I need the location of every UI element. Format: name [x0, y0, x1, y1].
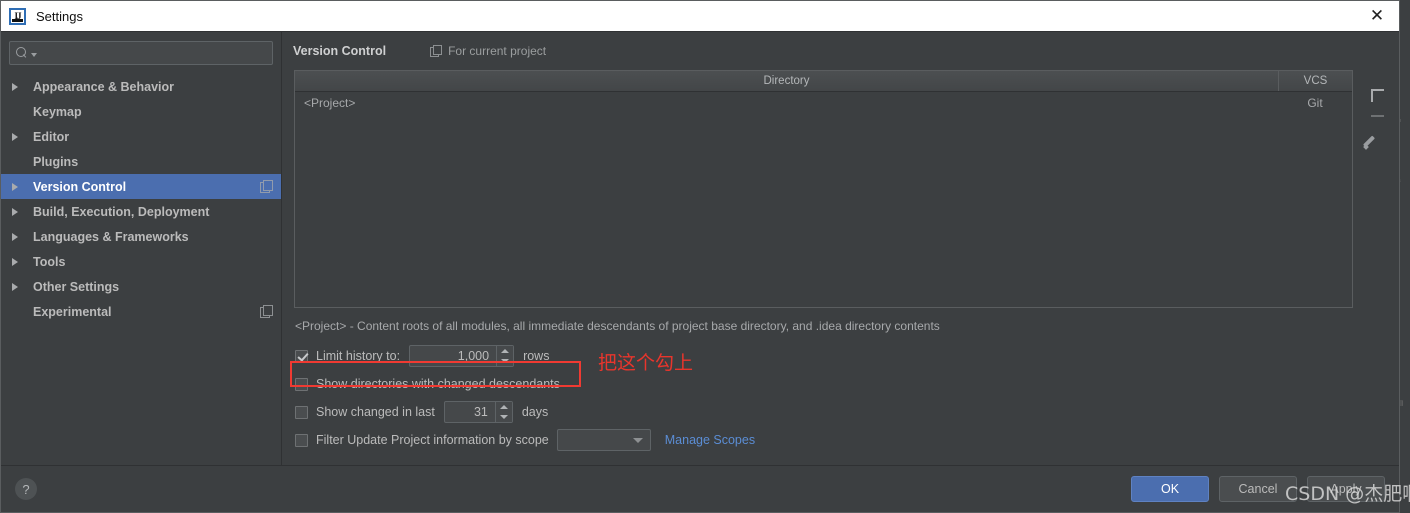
- chevron-right-icon: [12, 183, 26, 191]
- close-icon[interactable]: ✕: [1355, 1, 1399, 31]
- sidebar-item-keymap[interactable]: Keymap: [1, 99, 281, 124]
- limit-history-checkbox[interactable]: [295, 349, 308, 363]
- stepper-buttons: [496, 346, 514, 366]
- limit-history-stepper[interactable]: 1,000: [409, 345, 515, 367]
- chevron-right-icon: [12, 83, 26, 91]
- show-directories-checkbox[interactable]: [295, 377, 308, 391]
- project-hint-text: <Project> - Content roots of all modules…: [295, 319, 940, 333]
- sidebar-item-label: Keymap: [33, 104, 82, 119]
- edit-directory-button[interactable]: [1358, 128, 1384, 154]
- settings-dialog: IJ Settings ✕ Appearance & Behavior Keym…: [0, 0, 1400, 513]
- show-changed-stepper[interactable]: 31: [443, 401, 513, 423]
- chevron-right-icon: [12, 283, 26, 291]
- stepper-buttons: [494, 402, 512, 422]
- scope-select[interactable]: [556, 429, 651, 451]
- chevron-right-icon: [12, 258, 26, 266]
- pencil-icon: [1364, 134, 1379, 149]
- option-filter-by-scope: Filter Update Project information by sco…: [295, 426, 1399, 454]
- chevron-right-icon: [12, 133, 26, 141]
- sidebar-item-other-settings[interactable]: Other Settings: [1, 274, 281, 299]
- manage-scopes-link[interactable]: Manage Scopes: [665, 433, 755, 447]
- intellij-idea-icon: IJ: [9, 7, 26, 25]
- sidebar-item-label: Tools: [33, 254, 66, 269]
- project-scope-icon: [430, 45, 443, 57]
- search-wrap: [1, 32, 281, 71]
- dialog-body: Appearance & Behavior Keymap Editor Plug…: [1, 31, 1399, 465]
- sidebar-item-appearance-behavior[interactable]: Appearance & Behavior: [1, 74, 281, 99]
- sidebar-item-build-execution-deployment[interactable]: Build, Execution, Deployment: [1, 199, 281, 224]
- cell-directory: <Project>: [304, 96, 356, 110]
- option-limit-history: Limit history to: 1,000 rows: [295, 342, 1399, 370]
- limit-history-unit: rows: [523, 349, 550, 363]
- sidebar-nav-list: Appearance & Behavior Keymap Editor Plug…: [1, 71, 281, 465]
- window-title: Settings: [36, 8, 83, 24]
- table-toolbar: [1354, 70, 1388, 308]
- table-header-row: Directory VCS: [295, 71, 1352, 92]
- settings-sidebar: Appearance & Behavior Keymap Editor Plug…: [1, 32, 282, 465]
- project-scope-icon: [260, 180, 273, 193]
- scope-indicator: For current project: [430, 44, 546, 58]
- add-directory-button[interactable]: [1358, 76, 1384, 102]
- show-directories-label: Show directories with changed descendant…: [316, 377, 560, 391]
- show-changed-unit: days: [521, 405, 549, 419]
- column-header-vcs[interactable]: VCS: [1278, 71, 1352, 91]
- scope-label: For current project: [448, 44, 547, 58]
- ok-button[interactable]: OK: [1131, 476, 1209, 502]
- limit-history-label: Limit history to:: [316, 349, 401, 363]
- stepper-down-icon[interactable]: [496, 412, 512, 422]
- sidebar-item-label: Appearance & Behavior: [33, 79, 175, 94]
- remove-directory-button[interactable]: [1358, 102, 1384, 128]
- directory-table-area: Directory VCS <Project> Git: [294, 70, 1388, 308]
- version-control-panel: Version Control For current project Dire…: [282, 32, 1399, 465]
- sidebar-item-editor[interactable]: Editor: [1, 124, 281, 149]
- filter-scope-checkbox[interactable]: [295, 433, 308, 447]
- show-changed-value[interactable]: 31: [445, 402, 495, 422]
- stepper-down-icon[interactable]: [497, 356, 513, 366]
- stepper-up-icon[interactable]: [497, 346, 513, 356]
- search-input[interactable]: [37, 45, 266, 61]
- column-header-directory[interactable]: Directory: [295, 71, 1278, 91]
- sidebar-item-version-control[interactable]: Version Control: [1, 174, 281, 199]
- help-button[interactable]: ?: [15, 478, 37, 500]
- directory-table[interactable]: Directory VCS <Project> Git: [294, 70, 1353, 308]
- apply-button[interactable]: Apply: [1307, 476, 1385, 502]
- option-show-changed-in-last: Show changed in last 31 days: [295, 398, 1399, 426]
- panel-header: Version Control For current project: [282, 32, 1399, 70]
- sidebar-item-label: Languages & Frameworks: [33, 229, 189, 244]
- sidebar-item-label: Experimental: [33, 304, 112, 319]
- show-changed-checkbox[interactable]: [295, 405, 308, 419]
- chevron-right-icon: [12, 233, 26, 241]
- chevron-right-icon: [12, 208, 26, 216]
- search-box[interactable]: [9, 41, 273, 65]
- sidebar-item-plugins[interactable]: Plugins: [1, 149, 281, 174]
- sidebar-item-experimental[interactable]: Experimental: [1, 299, 281, 324]
- stepper-up-icon[interactable]: [496, 402, 512, 412]
- table-body: <Project> Git: [295, 92, 1352, 307]
- sidebar-item-label: Plugins: [33, 154, 79, 169]
- filter-scope-label: Filter Update Project information by sco…: [316, 433, 549, 447]
- table-row[interactable]: <Project> Git: [295, 92, 1352, 114]
- sidebar-item-label: Version Control: [33, 179, 127, 194]
- sidebar-item-label: Editor: [33, 129, 70, 144]
- cell-vcs: Git: [1307, 96, 1323, 110]
- dialog-footer: ? OK Cancel Apply: [1, 465, 1399, 512]
- title-bar: IJ Settings ✕: [1, 1, 1399, 31]
- sidebar-item-tools[interactable]: Tools: [1, 249, 281, 274]
- show-changed-label: Show changed in last: [316, 405, 435, 419]
- cancel-button[interactable]: Cancel: [1219, 476, 1297, 502]
- options-section: <Project> - Content roots of all modules…: [282, 308, 1399, 465]
- sidebar-item-languages-frameworks[interactable]: Languages & Frameworks: [1, 224, 281, 249]
- option-show-directories: Show directories with changed descendant…: [295, 370, 1399, 398]
- sidebar-item-label: Other Settings: [33, 279, 120, 294]
- sidebar-item-label: Build, Execution, Deployment: [33, 204, 210, 219]
- page-title: Version Control: [293, 44, 387, 58]
- limit-history-value[interactable]: 1,000: [410, 346, 496, 366]
- project-scope-icon: [260, 305, 273, 318]
- search-icon: [16, 46, 29, 60]
